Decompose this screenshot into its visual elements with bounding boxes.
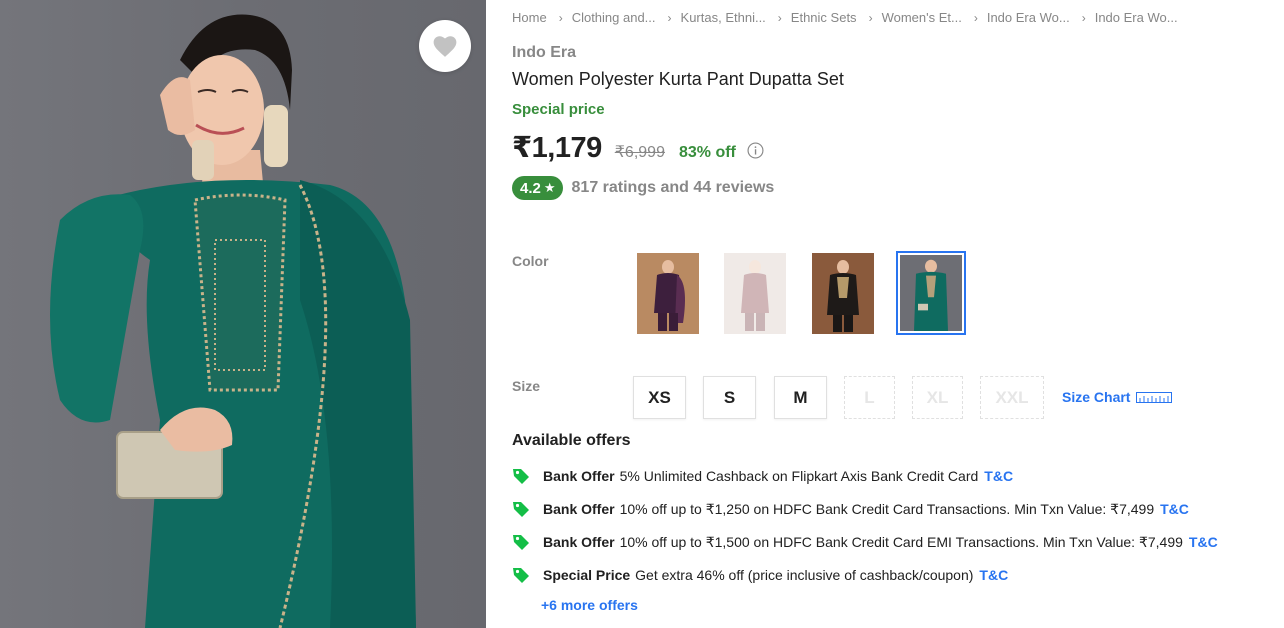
chevron-right-icon: › [558,10,563,25]
offer-text: 10% off up to ₹1,250 on HDFC Bank Credit… [619,500,1155,517]
breadcrumb-home[interactable]: Home [512,10,547,25]
size-option-m[interactable]: M [774,376,827,419]
model-illustration [50,14,416,628]
size-chart-link[interactable]: Size Chart [1062,389,1173,405]
offer-text: 10% off up to ₹1,500 on HDFC Bank Credit… [619,533,1183,550]
size-chart-label: Size Chart [1062,389,1131,405]
color-option-black[interactable] [812,253,874,334]
size-option-xxl: XXL [980,376,1044,419]
offer-item: Bank Offer 10% off up to ₹1,250 on HDFC … [512,500,1189,518]
product-image[interactable] [0,0,486,628]
offer-text: 5% Unlimited Cashback on Flipkart Axis B… [619,468,979,484]
price-row: ₹1,179 ₹6,999 83% off [512,130,764,165]
heart-icon [433,36,457,57]
offer-type: Bank Offer [543,468,615,484]
color-swatch-image [812,253,874,334]
offer-text: Get extra 46% off (price inclusive of ca… [635,567,974,583]
chevron-right-icon: › [868,10,873,25]
offer-tag-icon [513,568,529,583]
offer-tag-icon [513,502,529,517]
color-option-green[interactable] [896,251,966,335]
available-offers-title: Available offers [512,432,631,449]
mrp-price: ₹6,999 [614,144,665,161]
rating-badge[interactable]: 4.2 ★ [512,176,563,200]
color-option-purple[interactable] [637,253,699,334]
color-swatch-image [724,253,786,334]
offer-item: Bank Offer 10% off up to ₹1,500 on HDFC … [512,533,1218,551]
color-option-maroon[interactable] [724,253,786,334]
offer-type: Bank Offer [543,501,615,517]
more-offers-link[interactable]: +6 more offers [541,597,638,613]
chevron-right-icon: › [1081,10,1086,25]
offer-tc-link[interactable]: T&C [1160,501,1189,517]
breadcrumb-kurtas[interactable]: Kurtas, Ethni... [681,10,766,25]
size-option-l: L [844,376,895,419]
color-swatch-image [900,255,962,331]
offer-tc-link[interactable]: T&C [1189,534,1218,550]
offer-item: Special Price Get extra 46% off (price i… [512,566,1008,584]
rating-value: 4.2 [520,179,541,197]
ruler-icon [1136,391,1173,403]
product-title: Women Polyester Kurta Pant Dupatta Set [512,69,844,89]
brand-name[interactable]: Indo Era [512,44,576,62]
chevron-right-icon: › [973,10,978,25]
size-option-xs[interactable]: XS [633,376,686,419]
info-icon[interactable] [747,142,764,159]
color-label: Color [512,253,549,269]
rating-row: 4.2 ★ 817 ratings and 44 reviews [512,176,774,200]
offer-tag-icon [513,535,529,550]
offer-type: Special Price [543,567,631,583]
chevron-right-icon: › [777,10,782,25]
chevron-right-icon: › [667,10,672,25]
breadcrumb-womens-ethnic[interactable]: Women's Et... [882,10,962,25]
breadcrumb-clothing[interactable]: Clothing and... [572,10,656,25]
offer-tc-link[interactable]: T&C [979,567,1008,583]
ratings-reviews-count[interactable]: 817 ratings and 44 reviews [572,179,775,197]
special-price-label: Special price [512,101,605,118]
offer-type: Bank Offer [543,534,615,550]
breadcrumb-indo-era-2[interactable]: Indo Era Wo... [1095,10,1178,25]
discount-percent: 83% off [678,144,736,161]
wishlist-button[interactable] [419,20,471,72]
breadcrumb-ethnic-sets[interactable]: Ethnic Sets [791,10,857,25]
size-label: Size [512,378,541,394]
offer-tc-link[interactable]: T&C [984,468,1013,484]
size-option-xl: XL [912,376,963,419]
size-option-s[interactable]: S [703,376,756,419]
selling-price: ₹1,179 [512,132,602,164]
offer-tag-icon [513,469,529,484]
breadcrumb: Home › Clothing and... › Kurtas, Ethni..… [512,10,1178,25]
breadcrumb-indo-era-1[interactable]: Indo Era Wo... [987,10,1070,25]
color-swatch-image [637,253,699,334]
offer-item: Bank Offer 5% Unlimited Cashback on Flip… [512,467,1013,485]
star-icon: ★ [543,180,556,195]
